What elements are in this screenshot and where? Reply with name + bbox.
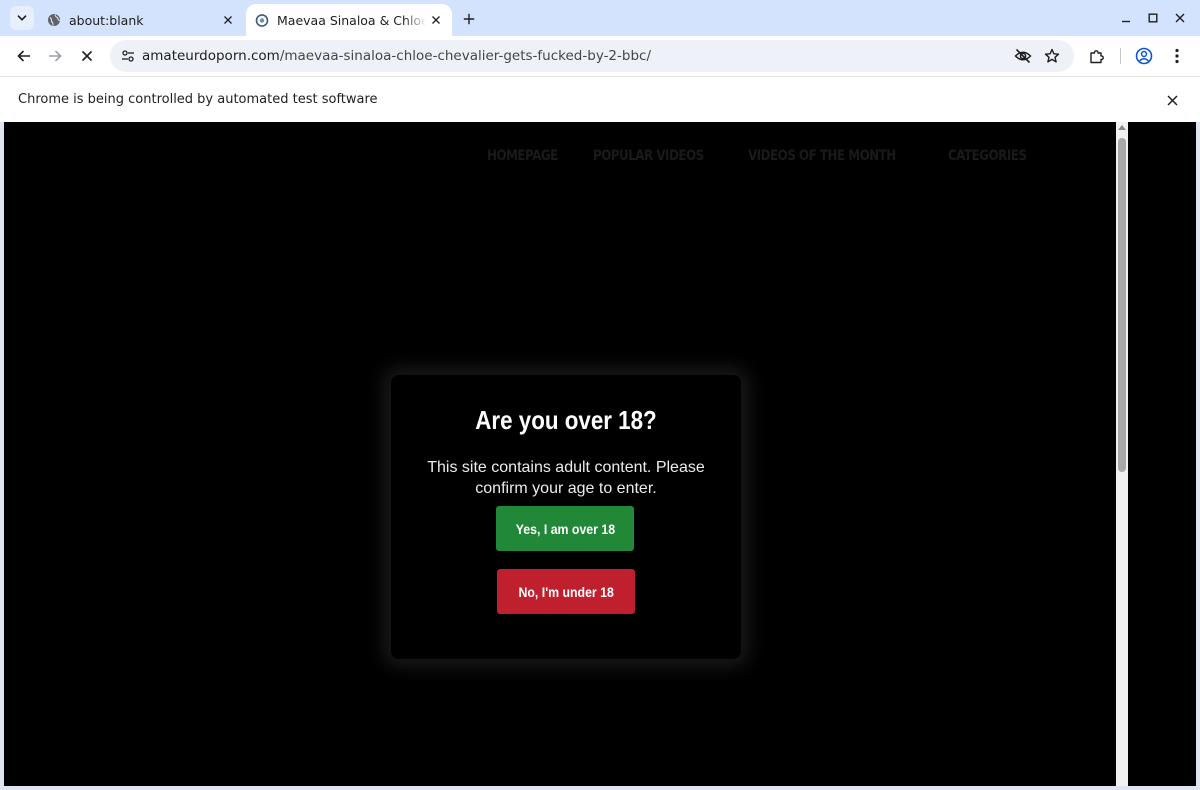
tab-search-button[interactable]	[10, 6, 34, 30]
plus-icon	[463, 13, 475, 25]
address-bar[interactable]: amateurdoporn.com/maevaa-sinaloa-chloe-c…	[110, 40, 1074, 72]
tab-active-page[interactable]: Maevaa Sinaloa & Chloe Chevalier gets fu…	[246, 4, 452, 36]
arrow-right-icon	[49, 50, 62, 62]
url-text[interactable]: amateurdoporn.com/maevaa-sinaloa-chloe-c…	[142, 48, 651, 64]
url-domain: amateurdoporn.com	[142, 48, 280, 64]
nav-videos-of-the-month[interactable]: VIDEOS OF THE MONTH	[748, 148, 896, 164]
deny-age-label: No, I'm under 18	[518, 583, 614, 600]
toolbar-divider	[1120, 48, 1121, 64]
close-icon	[81, 50, 93, 62]
page-right-margin	[1128, 122, 1196, 786]
close-icon	[1166, 94, 1178, 106]
site-info-button[interactable]	[116, 44, 140, 68]
browser-menu-button[interactable]	[1163, 42, 1191, 70]
automation-infobar: Chrome is being controlled by automated …	[0, 76, 1200, 122]
confirm-age-button[interactable]: Yes, I am over 18	[496, 506, 634, 551]
close-window-button[interactable]	[1170, 8, 1190, 28]
scrollbar-thumb[interactable]	[1118, 138, 1126, 472]
maximize-icon	[1148, 13, 1158, 23]
confirm-age-label: Yes, I am over 18	[515, 520, 615, 537]
kebab-icon	[1175, 48, 1179, 64]
tab-title: Maevaa Sinaloa & Chloe Chevalier gets fu…	[277, 12, 426, 28]
age-verification-modal: Are you over 18? This site contains adul…	[391, 375, 741, 659]
nav-categories[interactable]: CATEGORIES	[948, 148, 1027, 164]
puzzle-icon	[1090, 50, 1104, 64]
page-scrollbar[interactable]	[1116, 122, 1128, 786]
star-icon	[1044, 48, 1060, 63]
bookmark-button[interactable]	[1041, 45, 1063, 67]
site-navigation: HOMEPAGE POPULAR VIDEOS VIDEOS OF THE MO…	[487, 148, 1044, 164]
browser-toolbar: amateurdoporn.com/maevaa-sinaloa-chloe-c…	[0, 36, 1200, 76]
eye-off-icon	[1014, 48, 1032, 64]
close-icon	[1175, 13, 1185, 23]
chevron-down-icon	[17, 15, 27, 21]
close-icon[interactable]	[218, 10, 238, 30]
scroll-up-arrow-icon[interactable]	[1118, 124, 1126, 130]
extensions-button[interactable]	[1083, 42, 1111, 70]
nav-homepage[interactable]: HOMEPAGE	[487, 148, 558, 164]
infobar-message: Chrome is being controlled by automated …	[18, 92, 378, 107]
tune-icon	[122, 50, 134, 62]
maximize-button[interactable]	[1143, 8, 1163, 28]
nav-popular-videos[interactable]: POPULAR VIDEOS	[593, 148, 704, 164]
stop-loading-button[interactable]	[73, 42, 101, 70]
forward-button[interactable]	[41, 42, 69, 70]
infobar-close-button[interactable]	[1162, 90, 1182, 110]
page-viewport: HOMEPAGE POPULAR VIDEOS VIDEOS OF THE MO…	[4, 122, 1196, 786]
url-path: /maevaa-sinaloa-chloe-chevalier-gets-fuc…	[279, 48, 652, 64]
tab-about-blank[interactable]: about:blank	[38, 4, 244, 36]
minimize-button[interactable]	[1116, 8, 1136, 28]
profile-button[interactable]	[1130, 42, 1158, 70]
arrow-left-icon	[17, 50, 30, 62]
tracking-protection-button[interactable]	[1012, 45, 1034, 67]
modal-message: This site contains adult content. Please…	[427, 459, 705, 497]
minimize-icon	[1122, 20, 1130, 23]
new-tab-button[interactable]	[458, 8, 480, 30]
close-icon[interactable]	[426, 10, 446, 30]
tab-strip: about:blank Maevaa Sinaloa & Chloe Cheva…	[0, 0, 1200, 36]
deny-age-button[interactable]: No, I'm under 18	[497, 569, 635, 614]
globe-icon	[46, 12, 62, 28]
site-favicon-icon	[254, 12, 270, 28]
modal-title: Are you over 18?	[475, 405, 657, 435]
account-icon	[1135, 47, 1153, 65]
tab-title: about:blank	[69, 12, 144, 28]
back-button[interactable]	[10, 42, 38, 70]
